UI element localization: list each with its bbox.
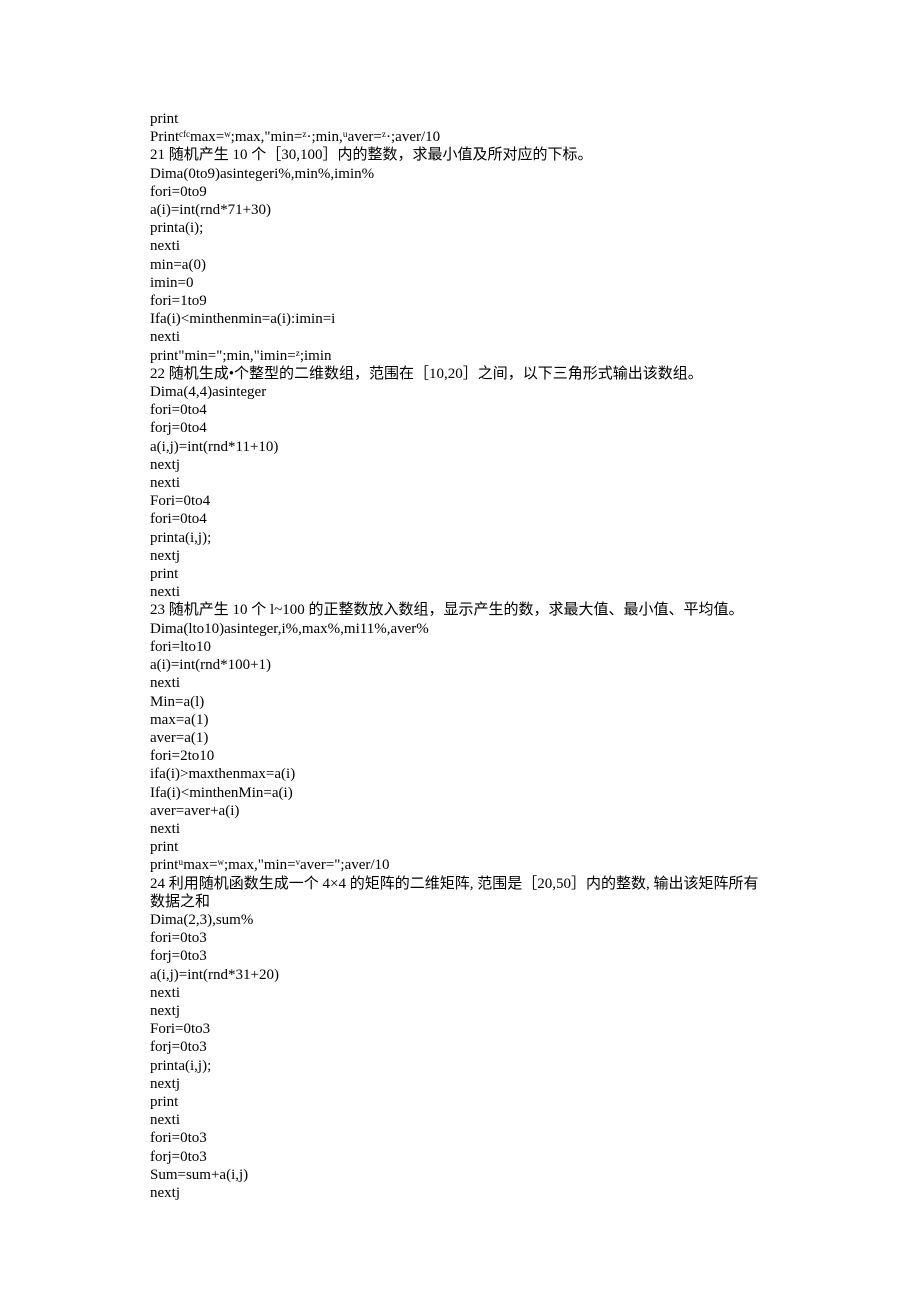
code-line: Dima(lto10)asinteger,i%,max%,mi11%,aver% <box>150 620 770 638</box>
code-line: Sum=sum+a(i,j) <box>150 1166 770 1184</box>
code-line: min=a(0) <box>150 256 770 274</box>
code-line: nexti <box>150 674 770 692</box>
code-line: nextj <box>150 456 770 474</box>
code-line: fori=0to3 <box>150 929 770 947</box>
code-line: Dima(0to9)asintegeri%,min%,imin% <box>150 165 770 183</box>
code-line: aver=a(1) <box>150 729 770 747</box>
code-line: printᵘmax=ʷ;max,"min=ᵛaver=";aver/10 <box>150 856 770 874</box>
code-line: fori=0to4 <box>150 510 770 528</box>
code-line: printa(i,j); <box>150 529 770 547</box>
code-line: nexti <box>150 328 770 346</box>
code-line: printa(i); <box>150 219 770 237</box>
code-line: 数据之和 <box>150 893 770 911</box>
code-line: forj=0to3 <box>150 947 770 965</box>
code-line: nexti <box>150 583 770 601</box>
code-line: Dima(4,4)asinteger <box>150 383 770 401</box>
code-line: nextj <box>150 1184 770 1202</box>
code-line: 23 随机产生 10 个 l~100 的正整数放入数组，显示产生的数，求最大值、… <box>150 601 770 619</box>
code-line: nexti <box>150 237 770 255</box>
code-line: print <box>150 838 770 856</box>
code-line: forj=0to3 <box>150 1148 770 1166</box>
code-line: max=a(1) <box>150 711 770 729</box>
code-line: fori=lto10 <box>150 638 770 656</box>
code-line: Fori=0to4 <box>150 492 770 510</box>
code-line: 24 利用随机函数生成一个 4×4 的矩阵的二维矩阵, 范围是［20,50］内的… <box>150 875 770 893</box>
code-line: a(i)=int(rnd*100+1) <box>150 656 770 674</box>
code-line: forj=0to4 <box>150 419 770 437</box>
code-line: Fori=0to3 <box>150 1020 770 1038</box>
code-line: fori=0to3 <box>150 1129 770 1147</box>
code-line: a(i,j)=int(rnd*11+10) <box>150 438 770 456</box>
code-line: imin=0 <box>150 274 770 292</box>
code-line: nexti <box>150 1111 770 1129</box>
code-line: nextj <box>150 1002 770 1020</box>
code-line: Dima(2,3),sum% <box>150 911 770 929</box>
code-line: Printᶜᶠᶜmax=ʷ;max,"min=ᶻ·;min,ᵘaver=ᶻ·;a… <box>150 128 770 146</box>
code-line: fori=0to9 <box>150 183 770 201</box>
document-page: print Printᶜᶠᶜmax=ʷ;max,"min=ᶻ·;min,ᵘave… <box>0 0 920 1262</box>
code-line: print <box>150 565 770 583</box>
code-line: ifa(i)>maxthenmax=a(i) <box>150 765 770 783</box>
code-line: nexti <box>150 820 770 838</box>
code-line: Ifa(i)<minthenmin=a(i):imin=i <box>150 310 770 328</box>
code-line: nextj <box>150 1075 770 1093</box>
code-line: a(i)=int(rnd*71+30) <box>150 201 770 219</box>
code-line: Ifa(i)<minthenMin=a(i) <box>150 784 770 802</box>
code-line: fori=2to10 <box>150 747 770 765</box>
code-line: nexti <box>150 474 770 492</box>
code-line: fori=1to9 <box>150 292 770 310</box>
code-line: 21 随机产生 10 个［30,100］内的整数，求最小值及所对应的下标。 <box>150 146 770 164</box>
code-line: 22 随机生成•个整型的二维数组，范围在［10,20］之间，以下三角形式输出该数… <box>150 365 770 383</box>
code-line: nextj <box>150 547 770 565</box>
code-line: print <box>150 1093 770 1111</box>
code-line: Min=a(l) <box>150 693 770 711</box>
code-line: forj=0to3 <box>150 1038 770 1056</box>
code-line: printa(i,j); <box>150 1057 770 1075</box>
code-line: fori=0to4 <box>150 401 770 419</box>
code-line: nexti <box>150 984 770 1002</box>
code-line: a(i,j)=int(rnd*31+20) <box>150 966 770 984</box>
code-line: aver=aver+a(i) <box>150 802 770 820</box>
code-line: print"min=";min,"imin=ᶻ;imin <box>150 347 770 365</box>
code-line: print <box>150 110 770 128</box>
